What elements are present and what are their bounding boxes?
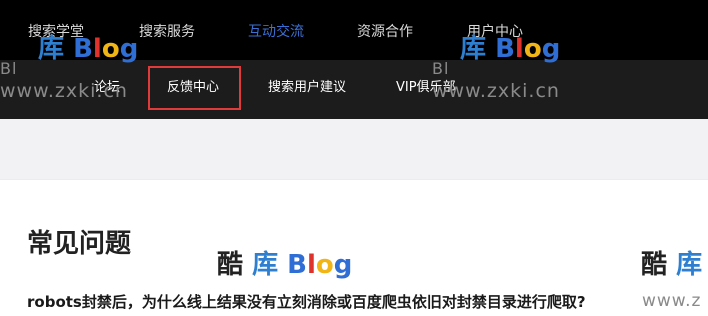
subnav-item-vip-club[interactable]: VIP俱乐部 [396, 79, 456, 97]
subnav-item-forum[interactable]: 论坛 [94, 79, 120, 97]
divider [0, 179, 708, 180]
topnav-item-interaction[interactable]: 互动交流 [248, 23, 304, 41]
faq-question-link[interactable]: robots封禁后，为什么线上结果没有立刻消除或百度爬虫依旧对封禁目录进行爬取? [27, 292, 586, 312]
subnav-item-search-user-suggestions[interactable]: 搜索用户建议 [268, 79, 346, 97]
page-title: 常见问题 [27, 229, 132, 259]
topnav-item-search-service[interactable]: 搜索服务 [139, 23, 195, 41]
feedback-center-highlight [148, 66, 241, 110]
page-banner [0, 119, 708, 179]
watermark-partial-url-right: www.z [642, 291, 702, 311]
topnav-item-search-school[interactable]: 搜索学堂 [28, 23, 84, 41]
top-nav-bar: 搜索学堂 搜索服务 互动交流 资源合作 用户中心 [0, 0, 708, 60]
watermark-logo-bottom-right: 酷 库 [641, 250, 703, 280]
topnav-item-user-center[interactable]: 用户中心 [467, 23, 523, 41]
topnav-item-resource-cooperation[interactable]: 资源合作 [357, 23, 413, 41]
watermark-logo-bottom: 酷 库 Blog [217, 250, 353, 280]
sub-nav-bar: 论坛 反馈中心 搜索用户建议 VIP俱乐部 [0, 60, 708, 119]
